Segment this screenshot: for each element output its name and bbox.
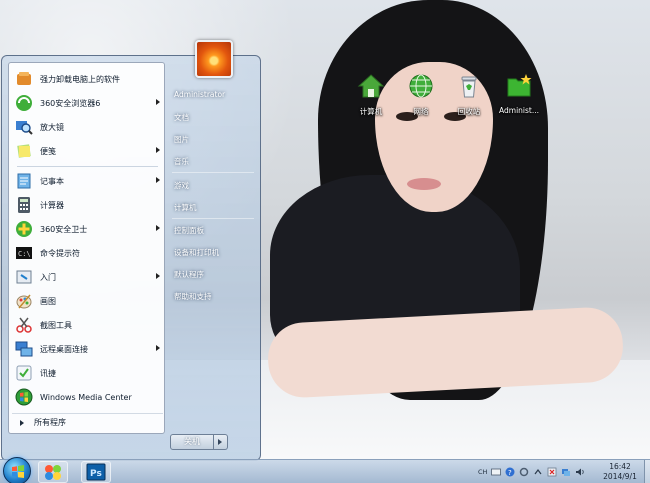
right-item-default-programs[interactable]: 默认程序 [174, 269, 204, 280]
xunjie-icon [16, 365, 32, 381]
settings-icon[interactable] [519, 467, 529, 477]
menu-item-360-security[interactable]: 360安全卫士 [12, 218, 163, 240]
right-item-pictures[interactable]: 图片 [174, 134, 189, 145]
network-icon [409, 74, 433, 98]
notepad-icon [17, 173, 31, 189]
taskbar-photoshop-button[interactable]: Ps [81, 461, 111, 483]
keyboard-icon[interactable] [491, 467, 502, 477]
submenu-arrow-icon [156, 177, 160, 183]
right-item-music[interactable]: 音乐 [174, 156, 189, 167]
svg-text:C:\: C:\ [18, 250, 31, 258]
desktop-icon-label: 计算机 [359, 107, 383, 116]
menu-item-sticky-notes[interactable]: 便笺 [12, 140, 163, 162]
right-item-documents[interactable]: 文档 [174, 112, 189, 123]
command-prompt-icon: C:\ [16, 247, 32, 259]
clock-date: 2014/9/1 [603, 472, 637, 481]
menu-item-paint[interactable]: 画图 [12, 290, 163, 312]
security-360-icon [16, 221, 32, 237]
wallpaper-lips [407, 178, 441, 190]
svg-text:?: ? [508, 469, 512, 477]
getting-started-icon [16, 270, 32, 284]
input-method-indicator[interactable]: CH [478, 468, 487, 476]
right-item-help-support[interactable]: 帮助和支持 [174, 291, 212, 302]
desktop-icon-network[interactable]: 网络 [400, 72, 442, 117]
system-tray: CH ? [478, 465, 585, 479]
menu-separator [17, 166, 158, 167]
menu-item-command-prompt[interactable]: C:\ 命令提示符 [12, 242, 163, 264]
right-item-games[interactable]: 游戏 [174, 180, 189, 191]
show-desktop-button[interactable] [644, 460, 650, 483]
volume-icon[interactable] [575, 467, 585, 477]
snipping-tool-icon [16, 317, 32, 333]
submenu-arrow-icon [156, 345, 160, 351]
paint-icon [16, 294, 32, 309]
chevron-right-icon [218, 439, 222, 445]
windows-logo-icon [12, 465, 24, 478]
taskbar-explorer-button[interactable] [38, 461, 68, 483]
menu-item-360-browser[interactable]: 360安全浏览器6 [12, 92, 163, 114]
network-status-icon[interactable] [561, 467, 571, 477]
computer-icon [357, 74, 385, 98]
right-item-administrator[interactable]: Administrator [174, 90, 225, 99]
desktop-icon-user-folder[interactable]: Administ... [498, 72, 540, 115]
menu-item-notepad[interactable]: 记事本 [12, 170, 163, 192]
all-programs-arrow-icon [20, 419, 24, 426]
magnifier-icon [16, 121, 33, 135]
start-menu-programs-pane: 强力卸载电脑上的软件 360安全浏览器6 放大镜 便笺 记事本 计算器 360安… [8, 62, 165, 434]
menu-item-calculator[interactable]: 计算器 [12, 194, 163, 216]
menu-item-xunjie[interactable]: 讯捷 [12, 362, 163, 384]
recycle-bin-icon [461, 76, 477, 98]
desktop-icon-recycle-bin[interactable]: 回收站 [448, 72, 490, 117]
right-pane-separator [172, 218, 254, 219]
start-button[interactable] [3, 457, 31, 483]
menu-item-getting-started[interactable]: 入门 [12, 266, 163, 288]
submenu-arrow-icon [156, 273, 160, 279]
desktop-icon-label: 回收站 [457, 107, 481, 116]
desktop-icon-label: Administ... [499, 106, 539, 115]
start-menu: 强力卸载电脑上的软件 360安全浏览器6 放大镜 便笺 记事本 计算器 360安… [1, 40, 261, 461]
calculator-icon [18, 197, 30, 213]
submenu-arrow-icon [156, 99, 160, 105]
sticky-notes-icon [17, 144, 31, 158]
menu-item-snipping-tool[interactable]: 截图工具 [12, 314, 163, 336]
right-pane-separator [172, 172, 254, 173]
menu-item-remote-desktop[interactable]: 远程桌面连接 [12, 338, 163, 360]
media-center-icon [15, 388, 33, 406]
desktop-icon-computer[interactable]: 计算机 [350, 72, 392, 117]
menu-item-media-center[interactable]: Windows Media Center [12, 386, 163, 408]
svg-text:Ps: Ps [90, 469, 102, 479]
start-search-area[interactable] [8, 438, 165, 458]
menu-item-magnifier[interactable]: 放大镜 [12, 116, 163, 138]
right-item-devices-printers[interactable]: 设备和打印机 [174, 247, 219, 258]
right-item-computer[interactable]: 计算机 [174, 202, 197, 213]
uninstall-icon [17, 72, 31, 85]
submenu-arrow-icon [156, 225, 160, 231]
show-hidden-icons-icon[interactable] [533, 467, 543, 477]
all-programs-button[interactable]: 所有程序 [12, 413, 163, 431]
taskbar-clock[interactable]: 16:42 2014/9/1 [598, 462, 642, 482]
taskbar: Ps CH ? 16:42 2014/9/1 [0, 457, 650, 483]
action-center-flag-icon[interactable] [547, 467, 557, 477]
right-item-control-panel[interactable]: 控制面板 [174, 225, 204, 236]
submenu-arrow-icon [156, 147, 160, 153]
remote-desktop-icon [15, 341, 33, 357]
shutdown-options-button[interactable] [214, 434, 228, 450]
user-avatar[interactable] [195, 40, 233, 78]
explorer-icon [45, 465, 61, 480]
menu-item-uninstaller[interactable]: 强力卸载电脑上的软件 [12, 68, 163, 90]
user-folder-icon [507, 74, 532, 97]
browser-360-icon [16, 95, 32, 111]
shutdown-button[interactable]: 关机 [170, 434, 214, 450]
help-icon[interactable]: ? [505, 467, 515, 477]
clock-time: 16:42 [609, 462, 631, 471]
shutdown-control: 关机 [170, 434, 228, 450]
desktop-icon-label: 网络 [413, 107, 429, 116]
photoshop-icon: Ps [86, 463, 106, 481]
